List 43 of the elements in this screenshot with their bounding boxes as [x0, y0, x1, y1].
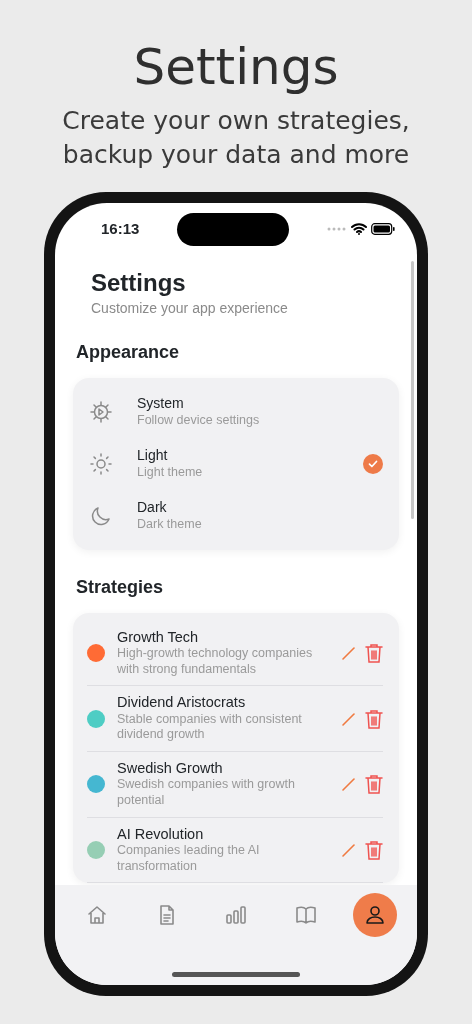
trash-icon[interactable] [365, 774, 383, 795]
strategy-description: Stable companies with consistent dividend growth [117, 711, 303, 744]
option-label: Light [137, 447, 169, 465]
trash-icon[interactable] [365, 840, 383, 861]
theme-option[interactable]: System Follow device settings [73, 385, 399, 438]
trash-icon[interactable] [365, 643, 383, 664]
strategy-name: Swedish Growth [117, 760, 224, 778]
battery-icon [371, 223, 395, 235]
person-icon [363, 903, 387, 927]
book-icon [293, 903, 318, 927]
page-title: Settings [91, 269, 187, 298]
option-label: System [137, 395, 185, 413]
theme-option[interactable]: Dark Dark theme [73, 489, 399, 542]
strategy-name: Dividend Aristocrats [117, 694, 247, 712]
option-description: Follow device settings [137, 412, 261, 429]
page-subtitle: Customize your app experience [91, 298, 289, 318]
strategy-name: Growth Tech [117, 628, 200, 647]
headline: Settings [132, 42, 340, 92]
status-time: 16:13 [101, 218, 140, 239]
tab-button[interactable] [353, 893, 397, 937]
strategy-description: Companies leading the AI transformation [117, 843, 261, 875]
option-description: Dark theme [137, 516, 203, 533]
home-icon [85, 903, 109, 927]
strategy-description: Swedish companies with growth potential [117, 777, 296, 809]
strategy-name: AI Revolution [117, 825, 205, 844]
wifi-icon [351, 223, 367, 235]
option-description: Light theme [137, 464, 204, 481]
gear-icon [89, 399, 113, 424]
section-heading: Strategies [76, 575, 165, 599]
pencil-icon[interactable] [341, 710, 357, 727]
signal-icon [327, 227, 347, 231]
bar-chart-icon [224, 903, 248, 927]
section-heading: Appearance [76, 340, 181, 364]
scrollbar[interactable] [411, 261, 414, 519]
pencil-icon[interactable] [341, 645, 357, 662]
trash-icon[interactable] [365, 708, 383, 729]
option-label: Dark [137, 499, 168, 517]
strategy-description: High-growth technology companies with strong fundamentals [117, 646, 314, 678]
sun-icon [89, 451, 113, 476]
theme-option[interactable]: Light Light theme [73, 437, 399, 490]
headline-subtitle: Create your own strategies, backup your data and more [61, 105, 411, 171]
pencil-icon[interactable] [341, 842, 357, 859]
pencil-icon[interactable] [341, 776, 357, 793]
